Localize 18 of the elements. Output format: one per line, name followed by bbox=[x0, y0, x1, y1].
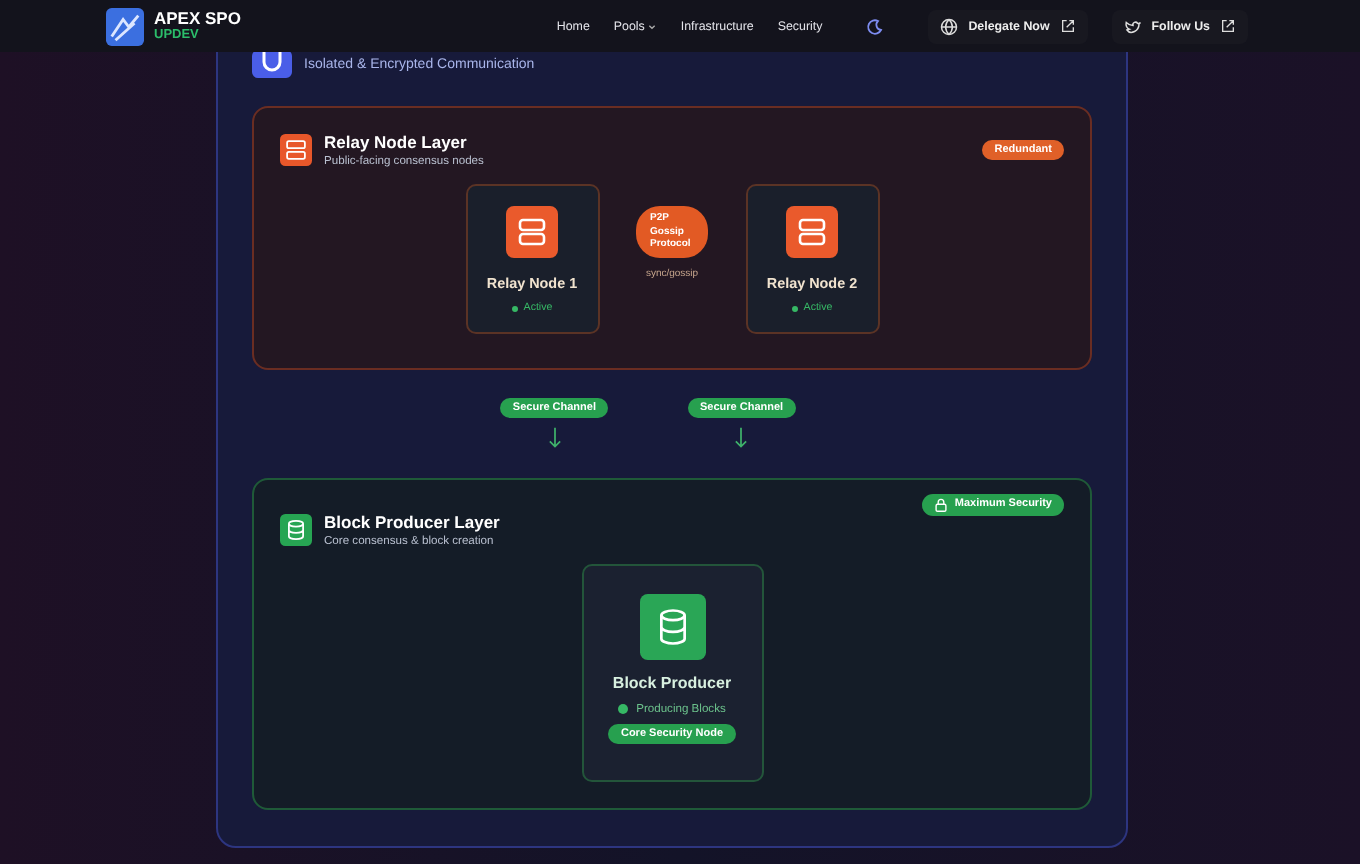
server-icon bbox=[786, 206, 838, 258]
server-icon bbox=[506, 206, 558, 258]
database-icon bbox=[280, 513, 312, 546]
server-icon bbox=[280, 134, 312, 166]
shield-icon bbox=[252, 50, 292, 78]
brand-name: APEX SPO bbox=[154, 9, 241, 26]
node-name: Block Producer bbox=[612, 673, 732, 692]
arrow-down-icon bbox=[547, 426, 562, 451]
caret-icon bbox=[648, 23, 657, 29]
arrow-down-icon bbox=[734, 426, 749, 451]
bird-icon bbox=[1123, 17, 1142, 35]
globe-icon bbox=[940, 17, 959, 35]
external-link-icon bbox=[1059, 18, 1076, 34]
database-icon bbox=[639, 593, 705, 660]
layer-title: Relay Node Layer bbox=[324, 132, 469, 152]
logo-icon bbox=[106, 7, 144, 45]
layer-title: Block Producer Layer bbox=[324, 511, 502, 532]
external-link-icon bbox=[1220, 18, 1236, 34]
